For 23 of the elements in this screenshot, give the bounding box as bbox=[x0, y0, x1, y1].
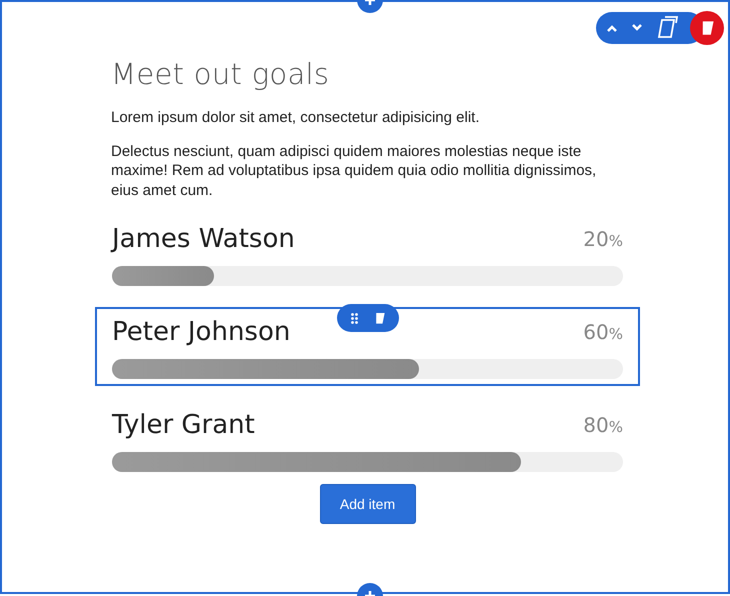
goal-item[interactable]: Tyler Grant 80% bbox=[95, 400, 640, 479]
copy-icon bbox=[656, 16, 678, 40]
goal-percent: 80% bbox=[583, 413, 623, 437]
paragraph: Lorem ipsum dolor sit amet, consectetur adipisicing elit. bbox=[111, 108, 480, 128]
goal-item[interactable]: Peter Johnson 60% bbox=[95, 307, 640, 386]
goal-item[interactable]: James Watson 20% bbox=[95, 214, 640, 293]
delete-button[interactable] bbox=[690, 11, 724, 45]
add-item-button[interactable]: Add item bbox=[320, 484, 416, 524]
goal-name: Tyler Grant bbox=[112, 410, 255, 440]
chevron-down-icon bbox=[631, 24, 643, 32]
move-down-button[interactable] bbox=[631, 24, 643, 32]
goal-name: Peter Johnson bbox=[112, 317, 290, 347]
move-up-button[interactable] bbox=[606, 24, 618, 32]
drag-handle-icon[interactable] bbox=[350, 312, 358, 324]
goal-percent: 20% bbox=[583, 227, 623, 251]
duplicate-button[interactable] bbox=[656, 16, 678, 40]
trash-icon bbox=[700, 20, 714, 36]
trash-icon bbox=[374, 312, 384, 324]
goal-name: James Watson bbox=[112, 224, 295, 254]
section-title: Meet out goals bbox=[111, 56, 330, 93]
goal-percent: 60% bbox=[583, 320, 623, 344]
chevron-up-icon bbox=[606, 24, 618, 32]
paragraph: Delectus nesciunt, quam adipisci quidem maiores molestias neque iste maxime! Rem ad voluptatibus ipsa quidem quia odio mollitia dignissimos, eius amet cum. bbox=[111, 142, 598, 200]
